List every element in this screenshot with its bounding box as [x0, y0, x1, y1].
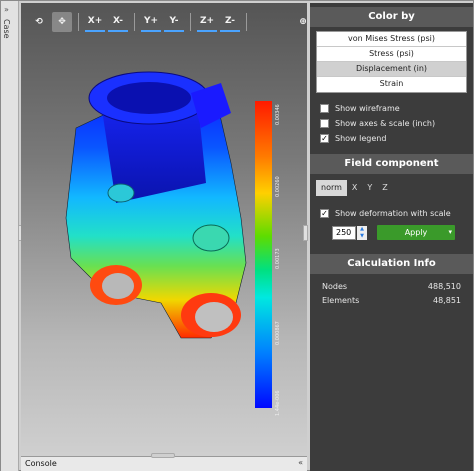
tab-z[interactable]: Z [377, 180, 392, 196]
color-by-option[interactable]: Stress (psi) [317, 47, 466, 62]
right-panel-collapse-handle[interactable] [303, 225, 308, 241]
show-axes-option[interactable]: Show axes & scale (inch) [310, 116, 473, 131]
show-axes-checkbox[interactable] [320, 119, 329, 128]
field-component-header: Field component [310, 154, 473, 174]
color-by-option-selected[interactable]: Displacement (in) [317, 62, 466, 77]
info-value: 48,851 [433, 296, 461, 305]
view-y-plus-button[interactable]: Y+ [141, 12, 161, 32]
color-by-header: Color by [310, 7, 473, 27]
color-by-option[interactable]: von Mises Stress (psi) [317, 32, 466, 47]
show-legend-label: Show legend [335, 134, 387, 143]
double-chevron-up-icon[interactable]: « [298, 458, 303, 467]
info-row-nodes: Nodes 488,510 [310, 280, 473, 294]
toolbar-divider [134, 13, 135, 31]
app-window: » Case ⟲ ✥ X+ X- Y+ Y- Z+ Z- ⊕ 0.00346 0… [0, 0, 474, 471]
console-bar[interactable]: Console « [21, 453, 307, 471]
console-label: Console [25, 459, 57, 468]
apply-label: Apply [404, 228, 428, 237]
rotate-icon[interactable]: ⟲ [29, 12, 49, 32]
chevron-down-icon[interactable]: ▾ [448, 225, 452, 240]
double-chevron-right-icon[interactable]: » [4, 5, 9, 14]
show-wireframe-label: Show wireframe [335, 104, 400, 113]
legend-tick: 0.00173 [275, 248, 281, 269]
info-label: Nodes [322, 282, 348, 291]
color-legend-bar [255, 101, 272, 408]
legend-tick: 0.00260 [275, 176, 281, 197]
show-wireframe-option[interactable]: Show wireframe [310, 101, 473, 116]
toolbar-divider [246, 13, 247, 31]
apply-button[interactable]: Apply ▾ [377, 225, 455, 240]
show-deformation-checkbox[interactable]: ✓ [320, 209, 329, 218]
legend-tick-max: 0.00346 [275, 104, 281, 125]
tab-x[interactable]: X [347, 180, 362, 196]
scale-stepper[interactable]: ▲ ▼ [357, 225, 367, 240]
show-deformation-option[interactable]: ✓ Show deformation with scale [310, 206, 473, 221]
toolbar-divider [78, 13, 79, 31]
show-wireframe-checkbox[interactable] [320, 104, 329, 113]
view-y-minus-button[interactable]: Y- [164, 12, 184, 32]
3d-viewport[interactable]: ⟲ ✥ X+ X- Y+ Y- Z+ Z- ⊕ ⊖ 0.00346 0.0026… [21, 3, 307, 454]
view-z-minus-button[interactable]: Z- [220, 12, 240, 32]
show-axes-label: Show axes & scale (inch) [335, 119, 436, 128]
toolbar-divider [190, 13, 191, 31]
stepper-up-icon[interactable]: ▲ [357, 225, 367, 233]
show-legend-option[interactable]: ✓ Show legend [310, 131, 473, 146]
stepper-down-icon[interactable]: ▼ [357, 232, 367, 240]
view-z-plus-button[interactable]: Z+ [197, 12, 217, 32]
console-resize-handle[interactable] [151, 453, 175, 458]
pan-icon[interactable]: ✥ [52, 12, 72, 32]
info-row-elements: Elements 48,851 [310, 294, 473, 308]
view-x-plus-button[interactable]: X+ [85, 12, 105, 32]
legend-tick-min: 1.44e-006 [275, 390, 281, 416]
settings-panel: Color by von Mises Stress (psi) Stress (… [310, 3, 473, 471]
view-x-minus-button[interactable]: X- [108, 12, 128, 32]
show-deformation-label: Show deformation with scale [335, 209, 451, 218]
info-label: Elements [322, 296, 360, 305]
color-by-option[interactable]: Strain [317, 77, 466, 92]
color-by-list: von Mises Stress (psi) Stress (psi) Disp… [316, 31, 467, 93]
view-toolbar: ⟲ ✥ X+ X- Y+ Y- Z+ Z- ⊕ ⊖ [29, 11, 307, 33]
show-legend-checkbox[interactable]: ✓ [320, 134, 329, 143]
deformation-scale-input[interactable]: 250 [332, 225, 356, 240]
deformation-scale-row: 250 ▲ ▼ Apply ▾ [332, 225, 473, 240]
calculation-info-header: Calculation Info [310, 254, 473, 274]
field-component-tabs: norm X Y Z [316, 180, 473, 196]
zoom-in-icon[interactable]: ⊕ [293, 12, 307, 32]
legend-tick: 0.000867 [275, 321, 281, 345]
info-value: 488,510 [427, 282, 461, 291]
tab-y[interactable]: Y [362, 180, 377, 196]
case-panel-label: Case [2, 19, 11, 39]
case-side-panel[interactable]: » Case [1, 1, 23, 471]
tab-norm[interactable]: norm [316, 180, 347, 196]
